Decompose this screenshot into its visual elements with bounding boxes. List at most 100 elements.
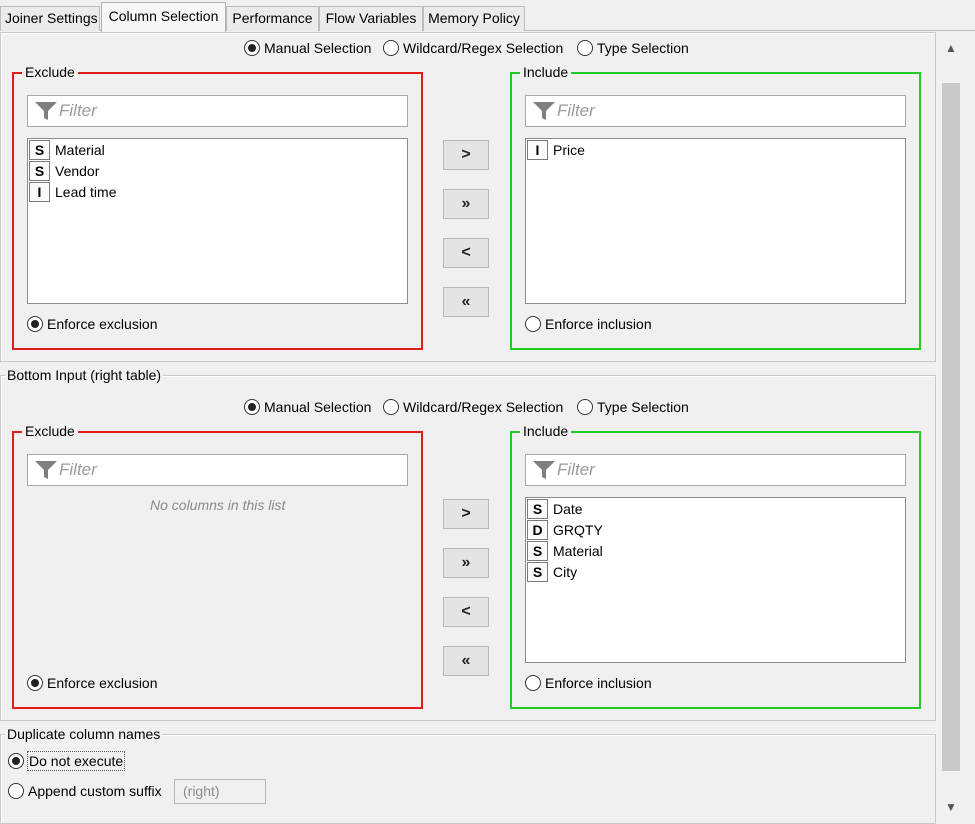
bottom-exclude-empty-note: No columns in this list <box>150 497 286 513</box>
list-item[interactable]: I Price <box>526 139 585 160</box>
string-type-icon: S <box>29 139 50 160</box>
radio-button-icon <box>8 753 24 769</box>
radio-button-icon <box>525 675 541 691</box>
radio-button-icon <box>27 316 43 332</box>
list-item[interactable]: S Material <box>526 540 603 561</box>
tab-flow-variables[interactable]: Flow Variables <box>319 6 423 31</box>
top-exclude-filter-input[interactable]: Filter <box>27 95 408 127</box>
list-item[interactable]: S Material <box>28 139 105 160</box>
bottom-mode-type[interactable]: Type Selection <box>577 398 689 416</box>
scroll-up-icon[interactable]: ▲ <box>942 38 960 58</box>
radio-button-icon <box>525 316 541 332</box>
top-add-button[interactable]: > <box>443 140 489 170</box>
list-item[interactable]: D GRQTY <box>526 519 603 540</box>
column-name: Price <box>553 141 585 158</box>
radio-button-icon <box>244 40 260 56</box>
bottom-mode-wildcard[interactable]: Wildcard/Regex Selection <box>383 398 563 416</box>
list-item[interactable]: S Vendor <box>28 160 99 181</box>
bottom-enforce-inclusion-radio[interactable]: Enforce inclusion <box>525 674 652 692</box>
string-type-icon: S <box>29 160 50 181</box>
filter-placeholder: Filter <box>59 460 97 479</box>
tab-joiner-settings[interactable]: Joiner Settings <box>0 6 100 31</box>
radio-label: Append custom suffix <box>28 783 162 799</box>
radio-label: Enforce exclusion <box>47 675 158 691</box>
filter-placeholder: Filter <box>557 101 595 120</box>
bottom-add-button[interactable]: > <box>443 499 489 529</box>
filter-icon <box>35 102 57 120</box>
top-exclude-list[interactable]: S Material S Vendor I Lead time <box>27 138 408 304</box>
bottom-exclude-title: Exclude <box>22 423 78 439</box>
top-include-list[interactable]: I Price <box>525 138 906 304</box>
radio-button-icon <box>383 399 399 415</box>
bottom-mode-manual[interactable]: Manual Selection <box>244 398 371 416</box>
column-name: Date <box>553 500 583 517</box>
top-enforce-inclusion-radio[interactable]: Enforce inclusion <box>525 315 652 333</box>
custom-suffix-input[interactable]: (right) <box>174 779 266 804</box>
top-include-filter-input[interactable]: Filter <box>525 95 906 127</box>
scroll-down-icon[interactable]: ▼ <box>942 797 960 817</box>
radio-label: Enforce inclusion <box>545 316 652 332</box>
column-name: Material <box>55 141 105 158</box>
scrollbar-thumb[interactable] <box>942 83 960 771</box>
radio-label: Enforce exclusion <box>47 316 158 332</box>
column-name: Vendor <box>55 162 100 179</box>
string-type-icon: S <box>527 540 548 561</box>
top-remove-all-button[interactable]: « <box>443 287 489 317</box>
bottom-remove-all-button[interactable]: « <box>443 646 489 676</box>
radio-label: Enforce inclusion <box>545 675 652 691</box>
radio-button-icon <box>577 399 593 415</box>
bottom-exclude-filter-input[interactable]: Filter <box>27 454 408 486</box>
filter-icon <box>35 461 57 479</box>
tab-column-selection[interactable]: Column Selection <box>101 2 226 32</box>
string-type-icon: S <box>527 561 548 582</box>
bottom-include-list[interactable]: S Date D GRQTY S Material S City <box>525 497 906 663</box>
radio-button-icon <box>27 675 43 691</box>
integer-type-icon: I <box>29 181 50 202</box>
bottom-remove-button[interactable]: < <box>443 597 489 627</box>
radio-label: Do not execute <box>26 751 126 771</box>
tab-memory-policy[interactable]: Memory Policy <box>423 6 525 31</box>
bottom-add-all-button[interactable]: » <box>443 548 489 578</box>
duplicate-columns-group <box>0 734 936 824</box>
append-custom-suffix-radio[interactable]: Append custom suffix <box>8 782 162 800</box>
top-enforce-exclusion-radio[interactable]: Enforce exclusion <box>27 315 158 333</box>
radio-label: Manual Selection <box>264 40 372 56</box>
top-exclude-title: Exclude <box>22 64 78 80</box>
list-item[interactable]: S Date <box>526 498 583 519</box>
bottom-enforce-exclusion-radio[interactable]: Enforce exclusion <box>27 674 158 692</box>
column-name: City <box>553 563 578 580</box>
tab-bar: Joiner Settings Column Selection Perform… <box>0 0 975 32</box>
radio-label: Wildcard/Regex Selection <box>403 399 564 415</box>
column-name: GRQTY <box>553 521 603 538</box>
string-type-icon: S <box>527 498 548 519</box>
bottom-input-group-title: Bottom Input (right table) <box>5 367 164 383</box>
radio-button-icon <box>244 399 260 415</box>
bottom-include-filter-input[interactable]: Filter <box>525 454 906 486</box>
bottom-include-title: Include <box>520 423 572 439</box>
filter-icon <box>533 102 555 120</box>
do-not-execute-radio[interactable]: Do not execute <box>8 751 126 771</box>
filter-icon <box>533 461 555 479</box>
radio-button-icon <box>383 40 399 56</box>
radio-label: Type Selection <box>597 399 689 415</box>
radio-button-icon <box>577 40 593 56</box>
top-mode-wildcard[interactable]: Wildcard/Regex Selection <box>383 39 563 57</box>
top-mode-type[interactable]: Type Selection <box>577 39 689 57</box>
radio-button-icon <box>8 783 24 799</box>
tab-performance[interactable]: Performance <box>226 6 319 31</box>
top-include-title: Include <box>520 64 572 80</box>
double-type-icon: D <box>527 519 548 540</box>
radio-label: Type Selection <box>597 40 689 56</box>
list-item[interactable]: I Lead time <box>28 181 116 202</box>
radio-label: Wildcard/Regex Selection <box>403 40 564 56</box>
top-remove-button[interactable]: < <box>443 238 489 268</box>
column-name: Lead time <box>55 183 117 200</box>
top-mode-manual[interactable]: Manual Selection <box>244 39 371 57</box>
radio-label: Manual Selection <box>264 399 372 415</box>
top-add-all-button[interactable]: » <box>443 189 489 219</box>
filter-placeholder: Filter <box>557 460 595 479</box>
duplicate-columns-title: Duplicate column names <box>5 726 163 742</box>
column-name: Material <box>553 542 603 559</box>
integer-type-icon: I <box>527 139 548 160</box>
list-item[interactable]: S City <box>526 561 577 582</box>
